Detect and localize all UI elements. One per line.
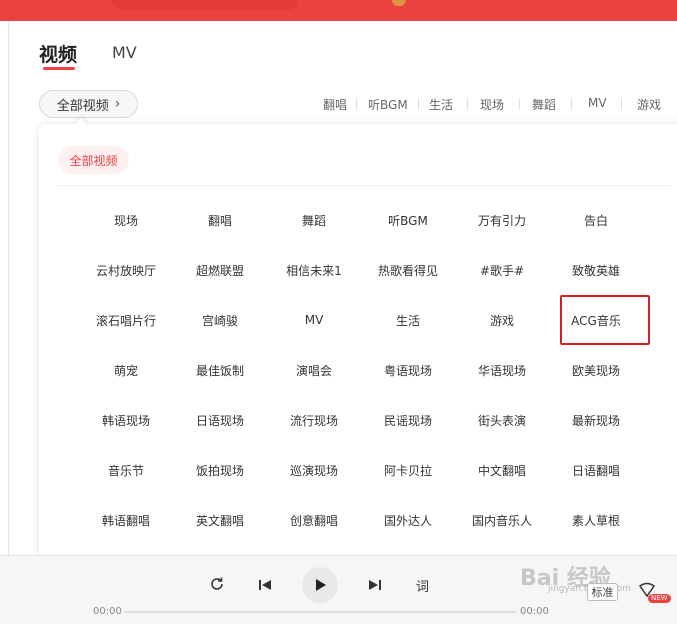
header-icon xyxy=(392,0,406,6)
category-item[interactable]: 国外达人 xyxy=(361,500,455,540)
category-item[interactable]: 日语现场 xyxy=(173,400,267,440)
quick-category-link[interactable]: 舞蹈 xyxy=(532,96,556,113)
category-item[interactable]: 宫崎骏 xyxy=(173,300,267,340)
category-item[interactable]: 音乐节 xyxy=(79,450,173,490)
category-item[interactable]: 韩语现场 xyxy=(79,400,173,440)
current-time: 00:00 xyxy=(93,606,122,617)
category-item[interactable]: 听BGM xyxy=(361,200,455,240)
tab-video[interactable]: 视频 xyxy=(39,40,77,67)
category-item[interactable]: 游戏 xyxy=(455,300,549,340)
active-tab-indicator xyxy=(43,67,75,70)
category-item[interactable]: 流行现场 xyxy=(267,400,361,440)
category-item[interactable]: 创意翻唱 xyxy=(267,500,361,540)
chevron-right-icon: › xyxy=(114,96,121,112)
play-button[interactable] xyxy=(302,567,338,603)
category-item[interactable]: 现场 xyxy=(79,200,173,240)
divider xyxy=(571,98,572,110)
divider xyxy=(418,98,419,110)
category-item[interactable]: 中文翻唱 xyxy=(455,450,549,490)
category-item[interactable]: 翻唱 xyxy=(173,200,267,240)
category-item[interactable]: 素人草根 xyxy=(549,500,643,540)
category-item[interactable]: 韩语翻唱 xyxy=(79,500,173,540)
category-item[interactable]: 万有引力 xyxy=(455,200,549,240)
quick-category-link[interactable]: 生活 xyxy=(429,96,453,113)
total-time: 00:00 xyxy=(520,606,549,617)
category-item[interactable]: 热歌看得见 xyxy=(361,250,455,290)
quick-category-link[interactable]: 现场 xyxy=(480,96,504,113)
category-item[interactable]: 萌宠 xyxy=(79,350,173,390)
category-item[interactable]: 超燃联盟 xyxy=(173,250,267,290)
divider xyxy=(467,98,468,110)
play-icon xyxy=(316,579,326,591)
category-item[interactable]: #歌手# xyxy=(455,250,549,290)
divider xyxy=(519,98,520,110)
category-item[interactable]: 致敬英雄 xyxy=(549,250,643,290)
highlight-annotation-box xyxy=(560,295,650,345)
sidebar-divider xyxy=(8,21,9,555)
category-item[interactable]: 国内音乐人 xyxy=(455,500,549,540)
category-item[interactable]: 舞蹈 xyxy=(267,200,361,240)
quick-category-link[interactable]: 游戏 xyxy=(637,96,661,113)
category-item[interactable]: 相信未来1 xyxy=(267,250,361,290)
category-item[interactable]: 滚石唱片行 xyxy=(79,300,173,340)
category-item[interactable]: 街头表演 xyxy=(455,400,549,440)
category-item[interactable]: 欧美现场 xyxy=(549,350,643,390)
panel-divider xyxy=(58,185,670,186)
tab-mv[interactable]: MV xyxy=(112,43,137,62)
category-item[interactable]: 华语现场 xyxy=(455,350,549,390)
quick-category-link[interactable]: 翻唱 xyxy=(323,96,347,113)
category-item[interactable]: 演唱会 xyxy=(267,350,361,390)
lyrics-icon[interactable]: 词 xyxy=(416,576,429,595)
loop-icon[interactable] xyxy=(209,576,225,596)
previous-icon[interactable] xyxy=(258,577,272,596)
category-item[interactable]: 云村放映厅 xyxy=(79,250,173,290)
quality-button[interactable]: 标准 xyxy=(587,583,618,601)
all-videos-chip[interactable]: 全部视频 xyxy=(58,146,129,174)
category-item[interactable]: 最新现场 xyxy=(549,400,643,440)
category-item[interactable]: 告白 xyxy=(549,200,643,240)
category-item[interactable]: 日语翻唱 xyxy=(549,450,643,490)
category-item[interactable]: 最佳饭制 xyxy=(173,350,267,390)
divider xyxy=(356,98,357,110)
search-box[interactable] xyxy=(112,0,298,10)
top-header-bar xyxy=(0,0,677,21)
new-badge: NEW xyxy=(648,594,671,603)
category-item[interactable]: 巡演现场 xyxy=(267,450,361,490)
category-item[interactable]: 英文翻唱 xyxy=(173,500,267,540)
next-icon[interactable] xyxy=(368,577,382,596)
category-item[interactable]: 民谣现场 xyxy=(361,400,455,440)
category-item[interactable]: 阿卡贝拉 xyxy=(361,450,455,490)
quick-category-link[interactable]: 听BGM xyxy=(368,96,408,113)
quick-category-link[interactable]: MV xyxy=(588,96,607,110)
category-item[interactable]: 粤语现场 xyxy=(361,350,455,390)
category-item[interactable]: 饭拍现场 xyxy=(173,450,267,490)
all-videos-dropdown-button[interactable]: 全部视频 › xyxy=(39,90,138,118)
category-item[interactable]: MV xyxy=(267,300,361,340)
all-videos-label: 全部视频 xyxy=(56,98,109,114)
category-item[interactable]: 生活 xyxy=(361,300,455,340)
progress-bar[interactable] xyxy=(124,611,516,613)
divider xyxy=(621,98,622,110)
